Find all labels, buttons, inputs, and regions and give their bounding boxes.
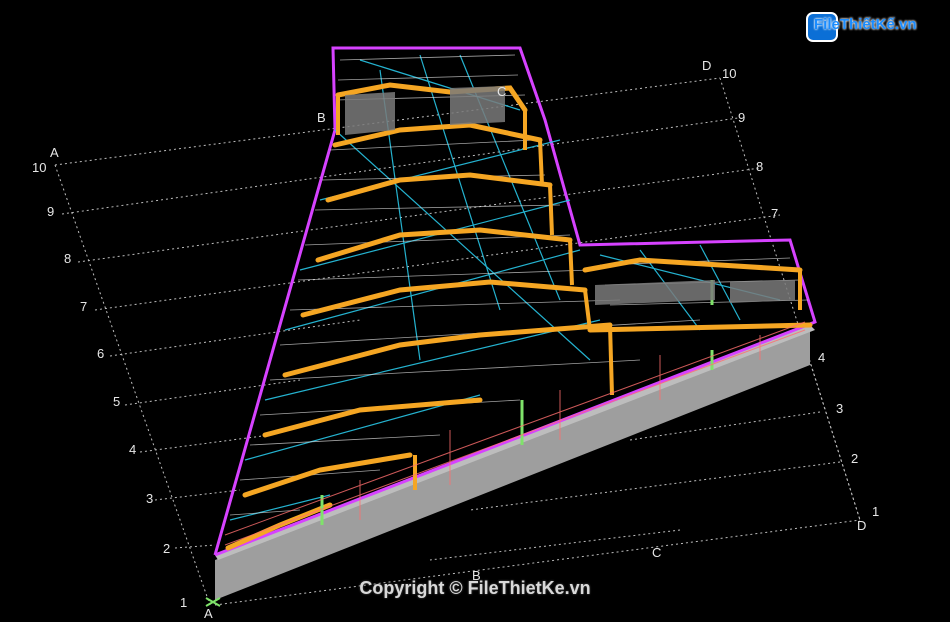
right-number: 9: [738, 110, 745, 125]
left-number: 9: [47, 204, 54, 219]
left-number: 6: [97, 346, 104, 361]
left-number: 10: [32, 160, 46, 175]
right-number: 1: [872, 504, 879, 519]
axis-letter-a-top: A: [50, 145, 59, 160]
axis-letter-d-bottom: D: [857, 518, 866, 533]
left-number: 8: [64, 251, 71, 266]
right-number: 4: [818, 350, 825, 365]
right-number: 8: [756, 159, 763, 174]
left-number: 5: [113, 394, 120, 409]
right-number: 7: [771, 206, 778, 221]
copyright-watermark: Copyright © FileThietKe.vn: [359, 578, 591, 598]
right-number: 3: [836, 401, 843, 416]
axis-letter-b-top: B: [317, 110, 326, 125]
left-number: 4: [129, 442, 136, 457]
left-number: 3: [146, 491, 153, 506]
right-number: 10: [722, 66, 736, 81]
logo-text: FileThiếtKế.vn: [814, 16, 917, 33]
axis-letter-c-top: C: [497, 84, 506, 99]
watermark-logo: FileThiếtKế.vn: [806, 8, 946, 48]
left-number: 7: [80, 299, 87, 314]
right-number: 2: [851, 451, 858, 466]
cad-3d-viewport[interactable]: A B C D A B C D 10 9 8 7 6 5 4 3 2 1 10 …: [0, 0, 950, 622]
axis-letter-c-bottom: C: [652, 545, 661, 560]
left-number: 2: [163, 541, 170, 556]
axis-letter-d-top: D: [702, 58, 711, 73]
axis-letter-a-bottom: A: [204, 606, 213, 621]
